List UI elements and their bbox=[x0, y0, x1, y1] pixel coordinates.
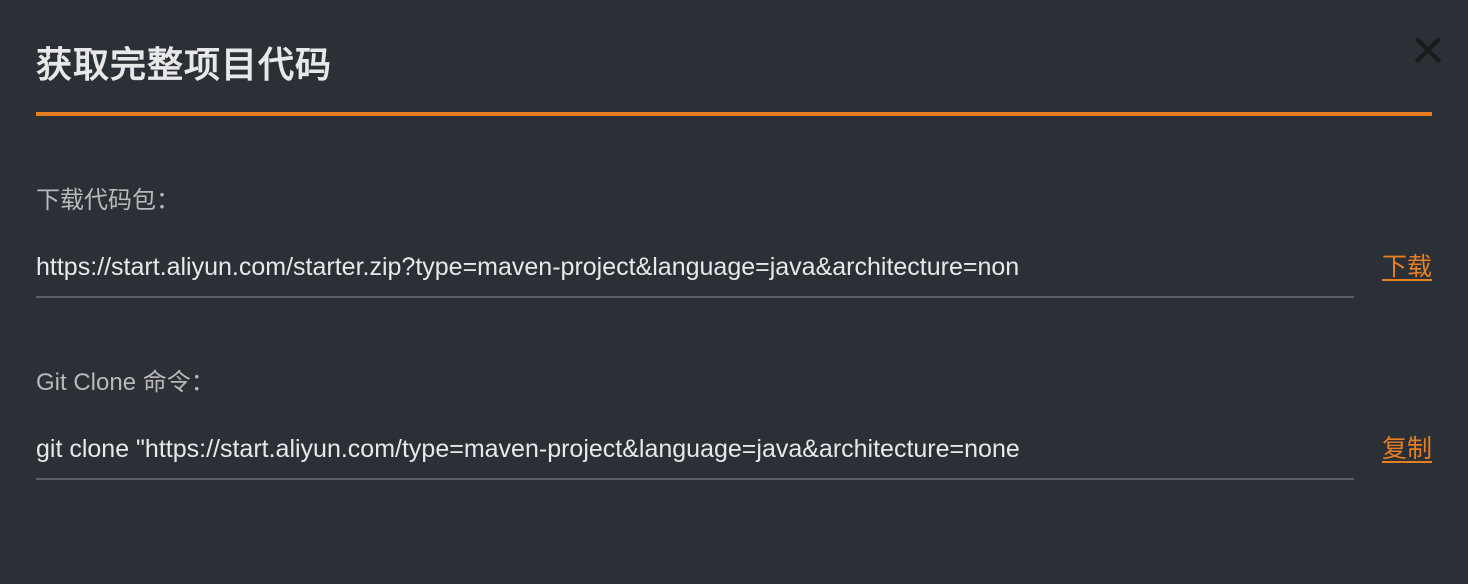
copy-button[interactable]: 复制 bbox=[1382, 429, 1432, 465]
dialog-title: 获取完整项目代码 bbox=[36, 36, 1432, 112]
download-button[interactable]: 下载 bbox=[1382, 247, 1432, 283]
gitclone-field-group: Git Clone 命令： 复制 bbox=[36, 362, 1432, 480]
gitclone-command-input[interactable] bbox=[36, 435, 1354, 480]
title-section: 获取完整项目代码 bbox=[36, 36, 1432, 116]
download-field-group: 下载代码包： 下载 bbox=[36, 180, 1432, 298]
gitclone-label: Git Clone 命令： bbox=[36, 362, 1432, 397]
close-icon[interactable] bbox=[1408, 30, 1448, 70]
title-divider bbox=[36, 112, 1432, 116]
download-row: 下载 bbox=[36, 247, 1432, 298]
download-label: 下载代码包： bbox=[36, 180, 1432, 215]
download-url-input[interactable] bbox=[36, 253, 1354, 298]
gitclone-row: 复制 bbox=[36, 429, 1432, 480]
get-code-dialog: 获取完整项目代码 下载代码包： 下载 Git Clone 命令： 复制 bbox=[0, 0, 1468, 516]
